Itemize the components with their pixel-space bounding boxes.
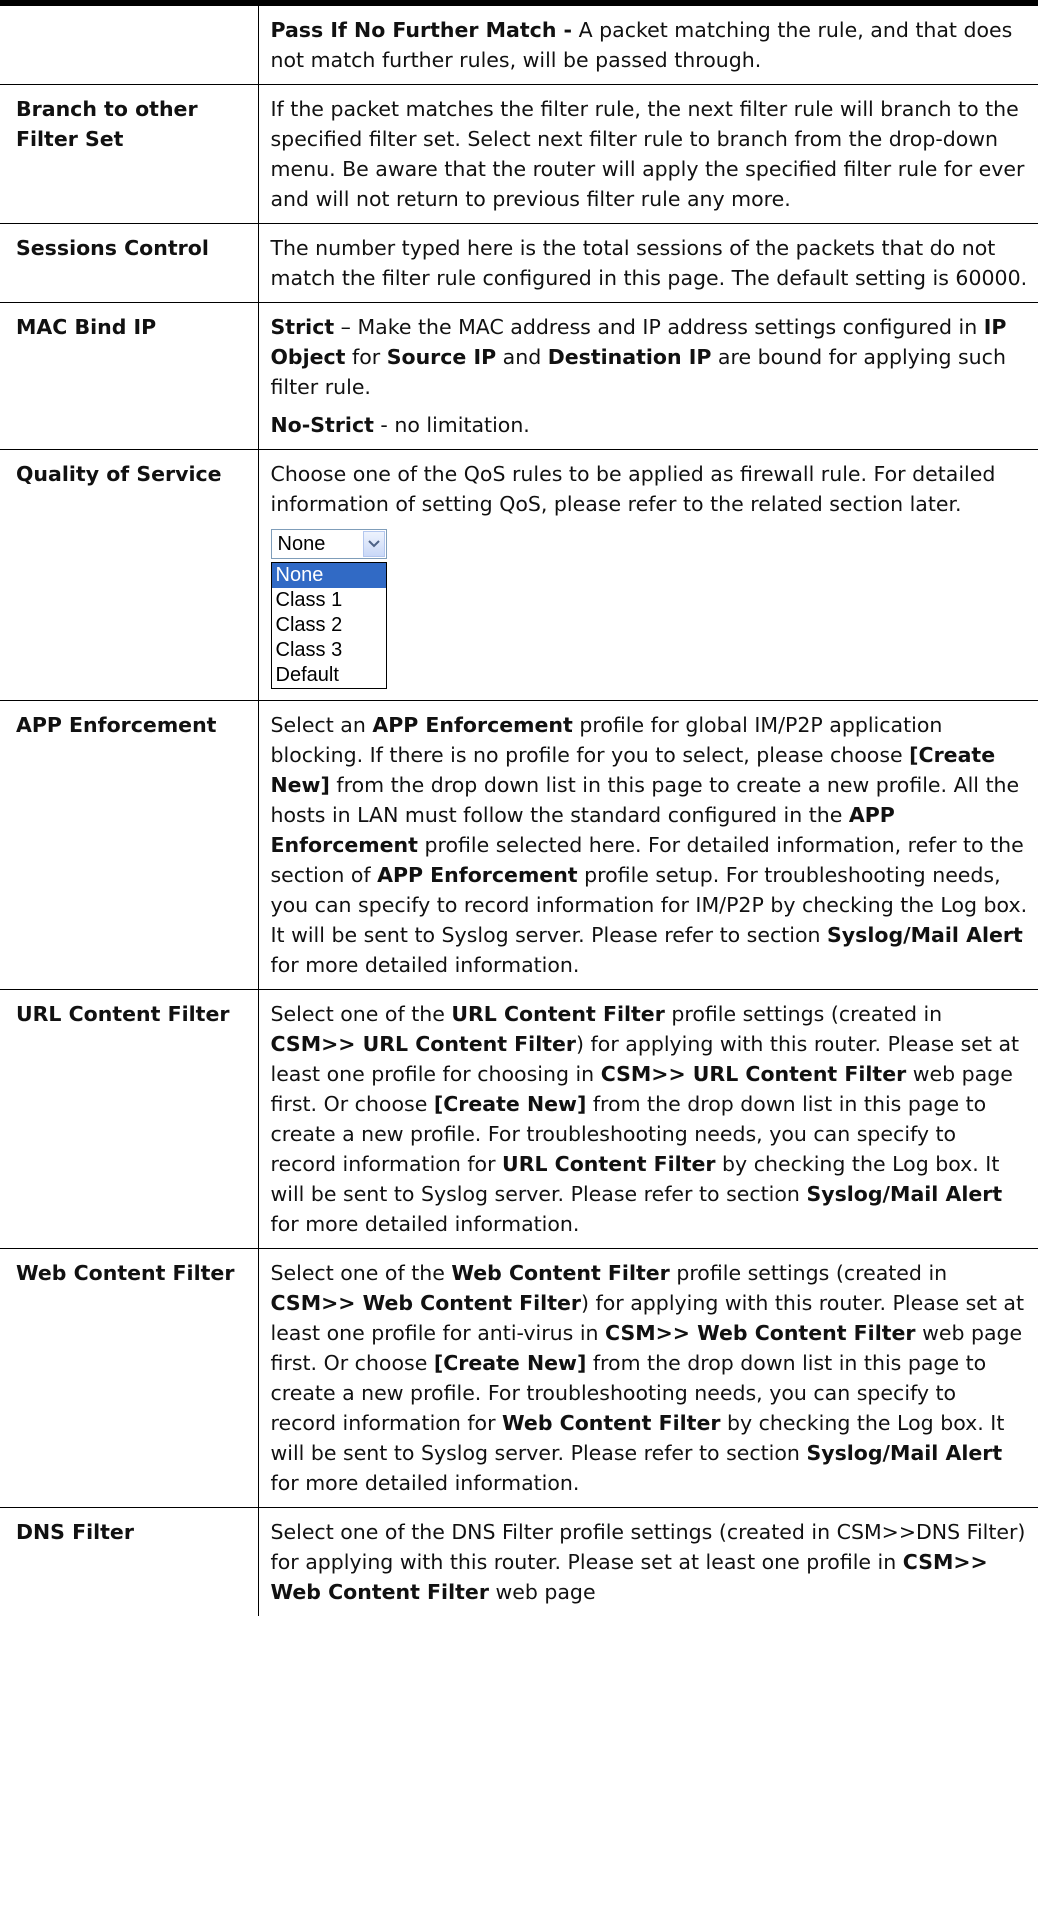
bold-term: Pass If No Further Match - (270, 18, 573, 42)
text-run: - no limitation. (373, 413, 530, 437)
term-cell-continued (0, 0, 259, 85)
qos-select[interactable]: None (270, 529, 387, 559)
table-row: Quality of Service Choose one of the QoS … (0, 449, 1038, 701)
bold-term: Destination IP (547, 345, 712, 369)
description-cell: Strict – Make the MAC address and IP add… (258, 302, 1038, 450)
text-run: – Make the MAC address and IP address se… (334, 315, 984, 339)
document-page: Pass If No Further Match - A packet matc… (0, 0, 1044, 1905)
bold-term: CSM>> URL Content Filter (600, 1062, 907, 1086)
table-row: MAC Bind IP Strict – Make the MAC address… (0, 302, 1038, 450)
bold-term: Syslog/Mail Alert (806, 1182, 1003, 1206)
description-paragraph: Strict – Make the MAC address and IP add… (271, 312, 1029, 402)
text-run: profile settings (created in (664, 1002, 943, 1026)
term-cell-mac-bind-ip: MAC Bind IP (0, 302, 259, 450)
text-run: for more detailed information. (270, 953, 580, 977)
chevron-down-icon[interactable] (362, 531, 385, 557)
description-cell: Choose one of the QoS rules to be applie… (258, 449, 1038, 701)
description-paragraph: Pass If No Further Match - A packet matc… (271, 15, 1029, 75)
bold-term: CSM>> URL Content Filter (270, 1032, 577, 1056)
bold-term: Web Content Filter (451, 1261, 670, 1285)
text-run: for more detailed information. (270, 1212, 580, 1236)
qos-option-class-1[interactable]: Class 1 (272, 588, 386, 613)
term-cell-sessions-control: Sessions Control (0, 223, 259, 303)
description-cell: If the packet matches the filter rule, t… (258, 84, 1038, 224)
bold-term: APP Enforcement (372, 713, 573, 737)
term-cell-app-enforcement: APP Enforcement (0, 700, 259, 990)
term-cell-branch-to-other-filter-set: Branch to other Filter Set (0, 84, 259, 224)
qos-option-default[interactable]: Default (272, 663, 386, 688)
qos-select-value: None (277, 533, 326, 555)
table-row: Web Content Filter Select one of the Web … (0, 1248, 1038, 1508)
term-cell-web-content-filter: Web Content Filter (0, 1248, 259, 1508)
description-paragraph: No-Strict - no limitation. (271, 410, 1029, 440)
parameter-table: Pass If No Further Match - A packet matc… (0, 0, 1038, 1616)
bold-term: URL Content Filter (502, 1152, 716, 1176)
qos-option-none[interactable]: None (271, 563, 386, 588)
description-cell: Select one of the DNS Filter profile set… (258, 1508, 1038, 1617)
bold-term: Source IP (386, 345, 497, 369)
qos-option-list: None Class 1 Class 2 Class 3 Default (270, 562, 387, 689)
qos-option-class-2[interactable]: Class 2 (272, 613, 386, 638)
bold-term: CSM>> Web Content Filter (270, 1291, 582, 1315)
term-cell-quality-of-service: Quality of Service (0, 449, 259, 701)
description-paragraph: Select one of the DNS Filter profile set… (271, 1517, 1029, 1607)
description-paragraph: Select one of the URL Content Filter pro… (271, 999, 1029, 1239)
text-run: Select one of the (270, 1261, 452, 1285)
description-paragraph: Select one of the Web Content Filter pro… (271, 1258, 1029, 1498)
table-row: Branch to other Filter Set If the packet … (0, 84, 1038, 224)
table-row: APP Enforcement Select an APP Enforcement… (0, 700, 1038, 990)
text-run: profile settings (created in (669, 1261, 948, 1285)
text-run: If the packet matches the filter rule, t… (270, 97, 1025, 211)
text-run: from the drop down list in this page to … (270, 773, 1020, 827)
description-cell: Select one of the Web Content Filter pro… (258, 1248, 1038, 1508)
description-cell: The number typed here is the total sessi… (258, 223, 1038, 303)
text-run: Select an (270, 713, 373, 737)
term-cell-url-content-filter: URL Content Filter (0, 989, 259, 1249)
bold-term: [Create New] (433, 1351, 587, 1375)
description-cell: Select an APP Enforcement profile for gl… (258, 700, 1038, 990)
description-paragraph: If the packet matches the filter rule, t… (271, 94, 1029, 214)
bold-term: Syslog/Mail Alert (827, 923, 1023, 947)
text-run: Choose one of the QoS rules to be applie… (270, 462, 996, 516)
text-run: for (345, 345, 387, 369)
text-run: The number typed here is the total sessi… (270, 236, 1028, 290)
bold-term: APP Enforcement (377, 863, 578, 887)
text-run: web page (488, 1580, 596, 1604)
bold-term: Strict (270, 315, 335, 339)
table-row: Sessions Control The number typed here is… (0, 223, 1038, 303)
description-paragraph: The number typed here is the total sessi… (271, 233, 1029, 293)
description-paragraph: Choose one of the QoS rules to be applie… (271, 459, 1029, 519)
term-cell-dns-filter: DNS Filter (0, 1507, 259, 1616)
description-paragraph: Select an APP Enforcement profile for gl… (271, 710, 1029, 980)
bold-term: [Create New] (433, 1092, 587, 1116)
text-run: and (496, 345, 548, 369)
text-run: Select one of the (270, 1002, 452, 1026)
text-run: for more detailed information. (270, 1471, 580, 1495)
description-cell: Pass If No Further Match - A packet matc… (258, 0, 1038, 85)
table-row: DNS Filter Select one of the DNS Filter p… (0, 1507, 1038, 1617)
bold-term: No-Strict (270, 413, 374, 437)
bold-term: Syslog/Mail Alert (806, 1441, 1003, 1465)
qos-dropdown-example: None None Class 1 Class 2 Class 3 Default (270, 529, 1029, 689)
table-row: URL Content Filter Select one of the URL … (0, 989, 1038, 1249)
bold-term: URL Content Filter (451, 1002, 665, 1026)
table-row: Pass If No Further Match - A packet matc… (0, 0, 1038, 85)
bold-term: Web Content Filter (502, 1411, 721, 1435)
description-cell: Select one of the URL Content Filter pro… (258, 989, 1038, 1249)
qos-option-class-3[interactable]: Class 3 (272, 638, 386, 663)
bold-term: CSM>> Web Content Filter (605, 1321, 916, 1345)
